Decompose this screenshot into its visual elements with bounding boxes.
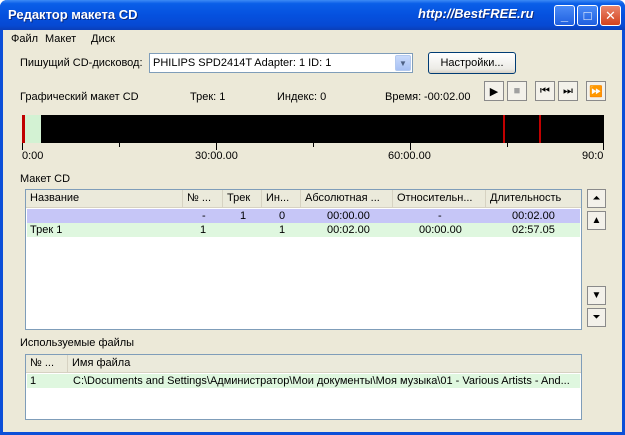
drive-select-value: PHILIPS SPD2414T Adapter: 1 ID: 1 xyxy=(153,57,332,69)
close-button[interactable]: ✕ xyxy=(600,5,621,26)
settings-button[interactable]: Настройки... xyxy=(428,52,516,74)
layout-graphic-label: Графический макет CD xyxy=(20,91,139,103)
move-to-bottom-button[interactable]: ⏷ xyxy=(587,308,606,327)
cell-duration: 00:02.00 xyxy=(512,210,555,222)
stop-icon: ■ xyxy=(513,85,521,97)
track-indicator: Трек: 1 xyxy=(190,91,226,103)
files-table[interactable]: № ... Имя файла 1 C:\Documents and Setti… xyxy=(25,354,582,420)
column-header-file-number[interactable]: № ... xyxy=(26,355,68,372)
next-track-icon: ⏭ xyxy=(563,84,573,97)
move-bottom-icon: ⏷ xyxy=(592,312,601,323)
timeline-marker xyxy=(503,115,505,143)
table-row[interactable]: Трек 1 1 1 00:02.00 00:00.00 02:57.05 xyxy=(27,223,580,237)
layout-table-label: Макет CD xyxy=(20,173,71,185)
cell-index: 0 xyxy=(279,210,286,222)
timeline-ruler xyxy=(22,143,604,151)
menu-disc[interactable]: Диск xyxy=(91,33,115,45)
stop-button[interactable]: ■ xyxy=(507,81,527,101)
main-window: Редактор макета CD http://BestFREE.ru _ … xyxy=(0,0,625,435)
maximize-icon: □ xyxy=(583,8,592,23)
files-table-label: Используемые файлы xyxy=(20,337,135,349)
column-header-index[interactable]: Ин... xyxy=(262,190,301,207)
cell-duration: 02:57.05 xyxy=(512,224,555,236)
cd-timeline[interactable] xyxy=(22,115,604,143)
time-value: -00:02.00 xyxy=(424,91,471,103)
drive-select[interactable]: PHILIPS SPD2414T Adapter: 1 ID: 1 ▼ xyxy=(149,53,413,73)
layout-table-header: Название № ... Трек Ин... Абсолютная ...… xyxy=(26,190,581,208)
move-down-icon: ▼ xyxy=(591,290,602,301)
move-up-icon: ▲ xyxy=(591,215,602,226)
menu-bar: Файл Макет Диск xyxy=(3,30,622,48)
table-row[interactable]: - 1 0 00:00.00 - 00:02.00 xyxy=(27,209,580,223)
cell-file-name: C:\Documents and Settings\Администратор\… xyxy=(73,375,570,387)
watermark-url: http://BestFREE.ru xyxy=(418,6,534,21)
timeline-lead-in xyxy=(25,115,41,143)
play-button[interactable]: ▶ xyxy=(484,81,504,101)
ruler-label-30: 30:00.00 xyxy=(195,150,238,162)
cell-track: 1 xyxy=(240,210,247,222)
menu-file[interactable]: Файл xyxy=(11,33,38,45)
ruler-label-0: 0:00 xyxy=(22,150,44,162)
cell-relative: 00:00.00 xyxy=(419,224,462,236)
column-header-relative[interactable]: Относительн... xyxy=(393,190,486,207)
minimize-button[interactable]: _ xyxy=(554,5,575,26)
cell-file-number: 1 xyxy=(30,375,37,387)
fast-forward-icon: ⏩ xyxy=(589,85,603,98)
column-header-track[interactable]: Трек xyxy=(223,190,262,207)
move-to-top-button[interactable]: ⏶ xyxy=(587,189,606,208)
cell-absolute: 00:02.00 xyxy=(327,224,370,236)
title-bar[interactable]: Редактор макета CD http://BestFREE.ru _ … xyxy=(0,0,625,30)
column-header-name[interactable]: Название xyxy=(26,190,183,207)
timeline-marker xyxy=(539,115,541,143)
layout-table[interactable]: Название № ... Трек Ин... Абсолютная ...… xyxy=(25,189,582,330)
column-header-number[interactable]: № ... xyxy=(183,190,223,207)
next-track-button[interactable]: ⏭ xyxy=(558,81,578,101)
column-header-file-name[interactable]: Имя файла xyxy=(68,355,581,372)
column-header-absolute[interactable]: Абсолютная ... xyxy=(301,190,393,207)
menu-layout[interactable]: Макет xyxy=(45,33,76,45)
cell-name: Трек 1 xyxy=(30,224,63,236)
list-item[interactable]: 1 C:\Documents and Settings\Администрато… xyxy=(27,374,580,388)
cell-absolute: 00:00.00 xyxy=(327,210,370,222)
time-label: Время: xyxy=(385,91,422,103)
window-title: Редактор макета CD xyxy=(8,7,138,22)
move-up-button[interactable]: ▲ xyxy=(587,211,606,230)
play-icon: ▶ xyxy=(489,85,499,98)
close-icon: ✕ xyxy=(605,7,616,23)
move-top-icon: ⏶ xyxy=(592,193,601,204)
prev-track-icon: ⏮ xyxy=(540,84,550,97)
column-header-duration[interactable]: Длительность xyxy=(486,190,581,207)
settings-button-label: Настройки... xyxy=(440,57,504,69)
files-table-header: № ... Имя файла xyxy=(26,355,581,373)
cell-number: - xyxy=(202,210,206,222)
minimize-icon: _ xyxy=(560,8,569,23)
cell-number: 1 xyxy=(200,224,207,236)
move-down-button[interactable]: ▼ xyxy=(587,286,606,305)
previous-track-button[interactable]: ⏮ xyxy=(535,81,555,101)
cell-index: 1 xyxy=(279,224,286,236)
maximize-button[interactable]: □ xyxy=(577,5,598,26)
ruler-label-60: 60:00.00 xyxy=(388,150,431,162)
ruler-label-90: 90:0 xyxy=(582,150,604,162)
index-indicator: Индекс: 0 xyxy=(277,91,327,103)
cell-relative: - xyxy=(438,210,442,222)
chevron-down-icon[interactable]: ▼ xyxy=(395,55,411,71)
drive-label: Пишущий CD-дисковод: xyxy=(20,57,143,69)
fast-forward-button[interactable]: ⏩ xyxy=(586,81,606,101)
